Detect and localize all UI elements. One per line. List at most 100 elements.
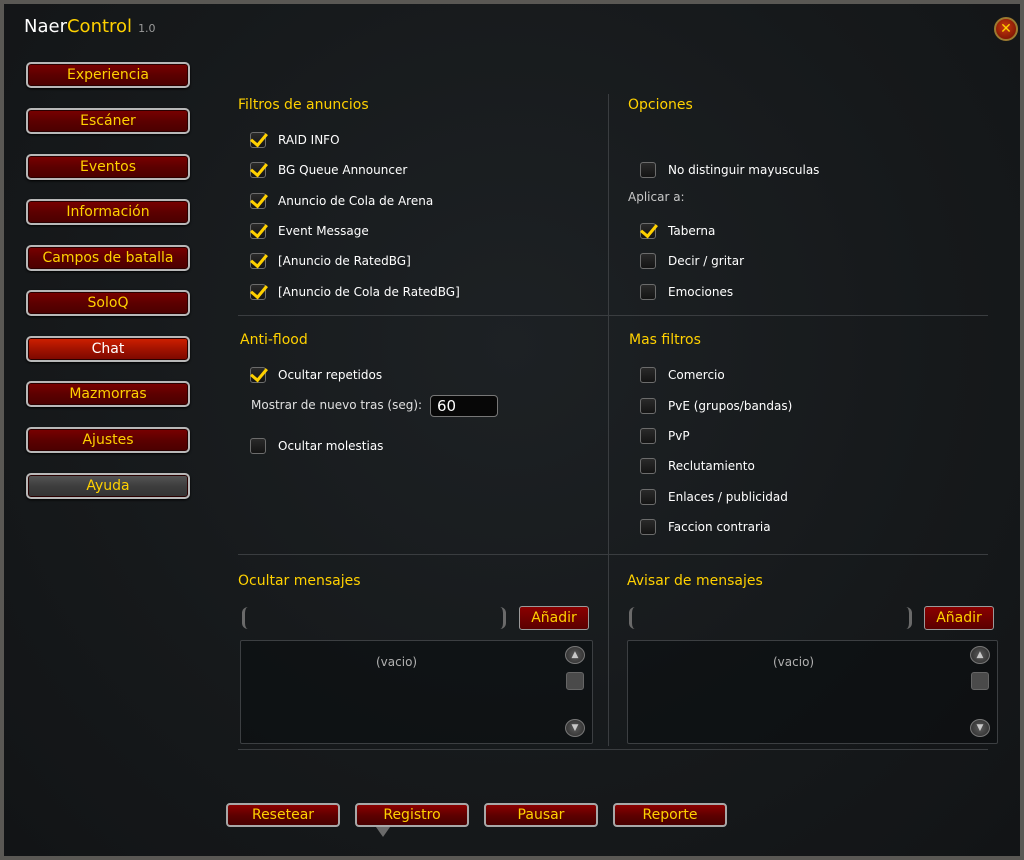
sidebar-item-campos-de-batalla[interactable]: Campos de batalla bbox=[26, 245, 190, 271]
checkbox-bg-queue[interactable]: BG Queue Announcer bbox=[250, 160, 407, 180]
checkmark-icon[interactable] bbox=[250, 367, 266, 383]
opciones-title: Opciones bbox=[628, 97, 693, 113]
checkmark-icon[interactable] bbox=[250, 253, 266, 269]
checkbox-label: Faccion contraria bbox=[668, 520, 771, 534]
sidebar-item-informacion[interactable]: Información bbox=[26, 199, 190, 225]
checkbox-label: PvP bbox=[668, 429, 690, 443]
pausar-button[interactable]: Pausar bbox=[484, 803, 598, 827]
scroll-up-icon[interactable]: ▲ bbox=[970, 646, 990, 664]
resetear-button[interactable]: Resetear bbox=[226, 803, 340, 827]
checkbox-pvp[interactable]: PvP bbox=[640, 426, 690, 446]
checkbox-comercio[interactable]: Comercio bbox=[640, 365, 725, 385]
checkbox-taberna[interactable]: Taberna bbox=[640, 221, 715, 241]
checkbox-enlaces[interactable]: Enlaces / publicidad bbox=[640, 487, 788, 507]
checkbox-label: Emociones bbox=[668, 285, 734, 299]
avisar-mensajes-title: Avisar de mensajes bbox=[627, 573, 763, 589]
checkbox-label: [Anuncio de Cola de RatedBG] bbox=[278, 285, 460, 299]
checkbox-label: BG Queue Announcer bbox=[278, 163, 408, 177]
checkbox-label: Reclutamiento bbox=[668, 459, 755, 473]
checkbox-label: Ocultar molestias bbox=[278, 439, 384, 453]
checkbox-arena-queue[interactable]: Anuncio de Cola de Arena bbox=[250, 191, 433, 211]
checkbox-box[interactable] bbox=[640, 398, 656, 414]
checkbox-label: RAID INFO bbox=[278, 133, 340, 147]
checkbox-label: Comercio bbox=[668, 368, 725, 382]
registro-button[interactable]: Registro bbox=[355, 803, 469, 827]
checkbox-label: Decir / gritar bbox=[668, 254, 745, 268]
checkbox-label: PvE (grupos/bandas) bbox=[668, 399, 793, 413]
checkbox-box[interactable] bbox=[250, 438, 266, 454]
avisar-list: (vacio) ▲ ▼ bbox=[627, 640, 998, 744]
checkbox-box[interactable] bbox=[640, 284, 656, 300]
checkbox-label: Event Message bbox=[278, 224, 369, 238]
sidebar-item-escaner[interactable]: Escáner bbox=[26, 108, 190, 134]
sidebar-item-experiencia[interactable]: Experiencia bbox=[26, 62, 190, 88]
checkbox-raid-info[interactable]: RAID INFO bbox=[250, 130, 340, 150]
checkbox-box[interactable] bbox=[640, 458, 656, 474]
mostrar-label: Mostrar de nuevo tras (seg): bbox=[251, 398, 423, 412]
checkbox-box[interactable] bbox=[640, 367, 656, 383]
empty-text: (vacio) bbox=[376, 655, 418, 669]
sidebar-item-ayuda[interactable]: Ayuda bbox=[26, 473, 190, 499]
sidebar-item-soloq[interactable]: SoloQ bbox=[26, 290, 190, 316]
checkbox-ratedbg[interactable]: [Anuncio de RatedBG] bbox=[250, 251, 411, 271]
checkbox-box[interactable] bbox=[640, 519, 656, 535]
filtros-anuncios-title: Filtros de anuncios bbox=[238, 97, 369, 113]
checkbox-ocultar-molestias[interactable]: Ocultar molestias bbox=[250, 436, 383, 456]
checkbox-ocultar-repetidos[interactable]: Ocultar repetidos bbox=[250, 365, 382, 385]
reporte-button[interactable]: Reporte bbox=[613, 803, 727, 827]
checkmark-icon[interactable] bbox=[640, 223, 656, 239]
close-icon[interactable]: ✕ bbox=[994, 17, 1018, 41]
checkbox-label: Enlaces / publicidad bbox=[668, 490, 788, 504]
sidebar-item-eventos[interactable]: Eventos bbox=[26, 154, 190, 180]
checkmark-icon[interactable] bbox=[250, 284, 266, 300]
checkbox-box[interactable] bbox=[640, 162, 656, 178]
avisar-add-button[interactable]: Añadir bbox=[924, 606, 994, 630]
checkbox-label: No distinguir mayusculas bbox=[668, 163, 820, 177]
ocultar-mensajes-title: Ocultar mensajes bbox=[238, 573, 361, 589]
checkbox-box[interactable] bbox=[640, 489, 656, 505]
checkbox-label: Taberna bbox=[668, 224, 716, 238]
checkmark-icon[interactable] bbox=[250, 132, 266, 148]
vertical-divider bbox=[608, 94, 609, 746]
checkbox-decir-gritar[interactable]: Decir / gritar bbox=[640, 251, 744, 271]
ocultar-input[interactable] bbox=[242, 607, 506, 629]
avisar-input[interactable] bbox=[629, 607, 912, 629]
antiflood-title: Anti-flood bbox=[240, 332, 308, 348]
title-part2: Control bbox=[66, 16, 133, 37]
checkmark-icon[interactable] bbox=[250, 193, 266, 209]
caret-down-icon bbox=[376, 827, 390, 837]
checkbox-box[interactable] bbox=[640, 253, 656, 269]
checkbox-faccion[interactable]: Faccion contraria bbox=[640, 517, 771, 537]
checkbox-event-message[interactable]: Event Message bbox=[250, 221, 369, 241]
ocultar-list: (vacio) ▲ ▼ bbox=[240, 640, 593, 744]
aplicar-label: Aplicar a: bbox=[628, 190, 685, 204]
checkbox-label: Anuncio de Cola de Arena bbox=[278, 194, 434, 208]
version-label: 1.0 bbox=[138, 22, 156, 35]
window-title: NaerControl 1.0 bbox=[24, 16, 156, 37]
scroll-down-icon[interactable]: ▼ bbox=[565, 719, 585, 737]
main-window: NaerControl 1.0 ✕ Experiencia Escáner Eve… bbox=[0, 0, 1024, 860]
checkbox-emociones[interactable]: Emociones bbox=[640, 282, 733, 302]
scroll-down-icon[interactable]: ▼ bbox=[970, 719, 990, 737]
sidebar-item-mazmorras[interactable]: Mazmorras bbox=[26, 381, 190, 407]
ocultar-add-button[interactable]: Añadir bbox=[519, 606, 589, 630]
checkbox-box[interactable] bbox=[640, 428, 656, 444]
title-part1: Naer bbox=[24, 16, 67, 37]
checkbox-reclutamiento[interactable]: Reclutamiento bbox=[640, 456, 755, 476]
sidebar-item-ajustes[interactable]: Ajustes bbox=[26, 427, 190, 453]
checkmark-icon[interactable] bbox=[250, 162, 266, 178]
divider-1 bbox=[238, 315, 988, 316]
divider-3 bbox=[238, 749, 988, 750]
checkbox-ratedbg-queue[interactable]: [Anuncio de Cola de RatedBG] bbox=[250, 282, 460, 302]
scrollbar-thumb[interactable] bbox=[566, 672, 584, 690]
scroll-up-icon[interactable]: ▲ bbox=[565, 646, 585, 664]
mas-filtros-title: Mas filtros bbox=[629, 332, 701, 348]
sidebar-item-chat[interactable]: Chat bbox=[26, 336, 190, 362]
checkbox-no-distinguir[interactable]: No distinguir mayusculas bbox=[640, 160, 819, 180]
checkbox-label: [Anuncio de RatedBG] bbox=[278, 254, 411, 268]
checkmark-icon[interactable] bbox=[250, 223, 266, 239]
checkbox-pve[interactable]: PvE (grupos/bandas) bbox=[640, 396, 792, 416]
checkbox-label: Ocultar repetidos bbox=[278, 368, 383, 382]
mostrar-seconds-input[interactable]: 60 bbox=[430, 395, 498, 417]
scrollbar-thumb[interactable] bbox=[971, 672, 989, 690]
